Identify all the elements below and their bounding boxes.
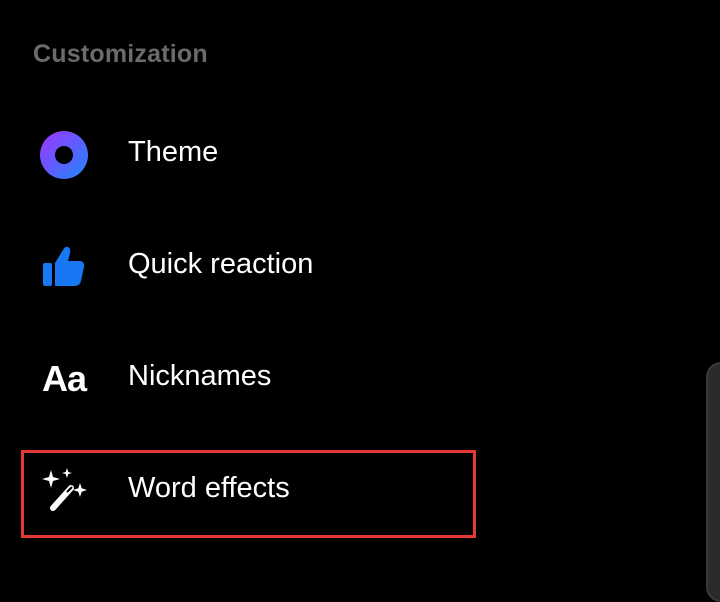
aa-glyph: Aa	[41, 358, 87, 399]
scroll-handle[interactable]	[706, 362, 720, 602]
menu-item-label: Quick reaction	[128, 248, 314, 280]
menu-item-quick-reaction[interactable]: Quick reaction	[0, 219, 560, 315]
menu-item-label: Word effects	[128, 472, 290, 504]
section-title: Customization	[33, 40, 208, 68]
magic-wand-sparkles-icon	[39, 466, 89, 516]
menu-item-label: Nicknames	[128, 360, 272, 392]
menu-item-label: Theme	[128, 136, 219, 168]
menu-item-nicknames[interactable]: Aa Nicknames	[0, 331, 560, 427]
menu-item-word-effects[interactable]: Word effects	[0, 443, 560, 539]
theme-ring-icon	[39, 130, 89, 180]
thumbs-up-icon	[39, 242, 89, 292]
menu-item-theme[interactable]: Theme	[0, 107, 560, 203]
aa-text-icon: Aa	[39, 354, 89, 404]
